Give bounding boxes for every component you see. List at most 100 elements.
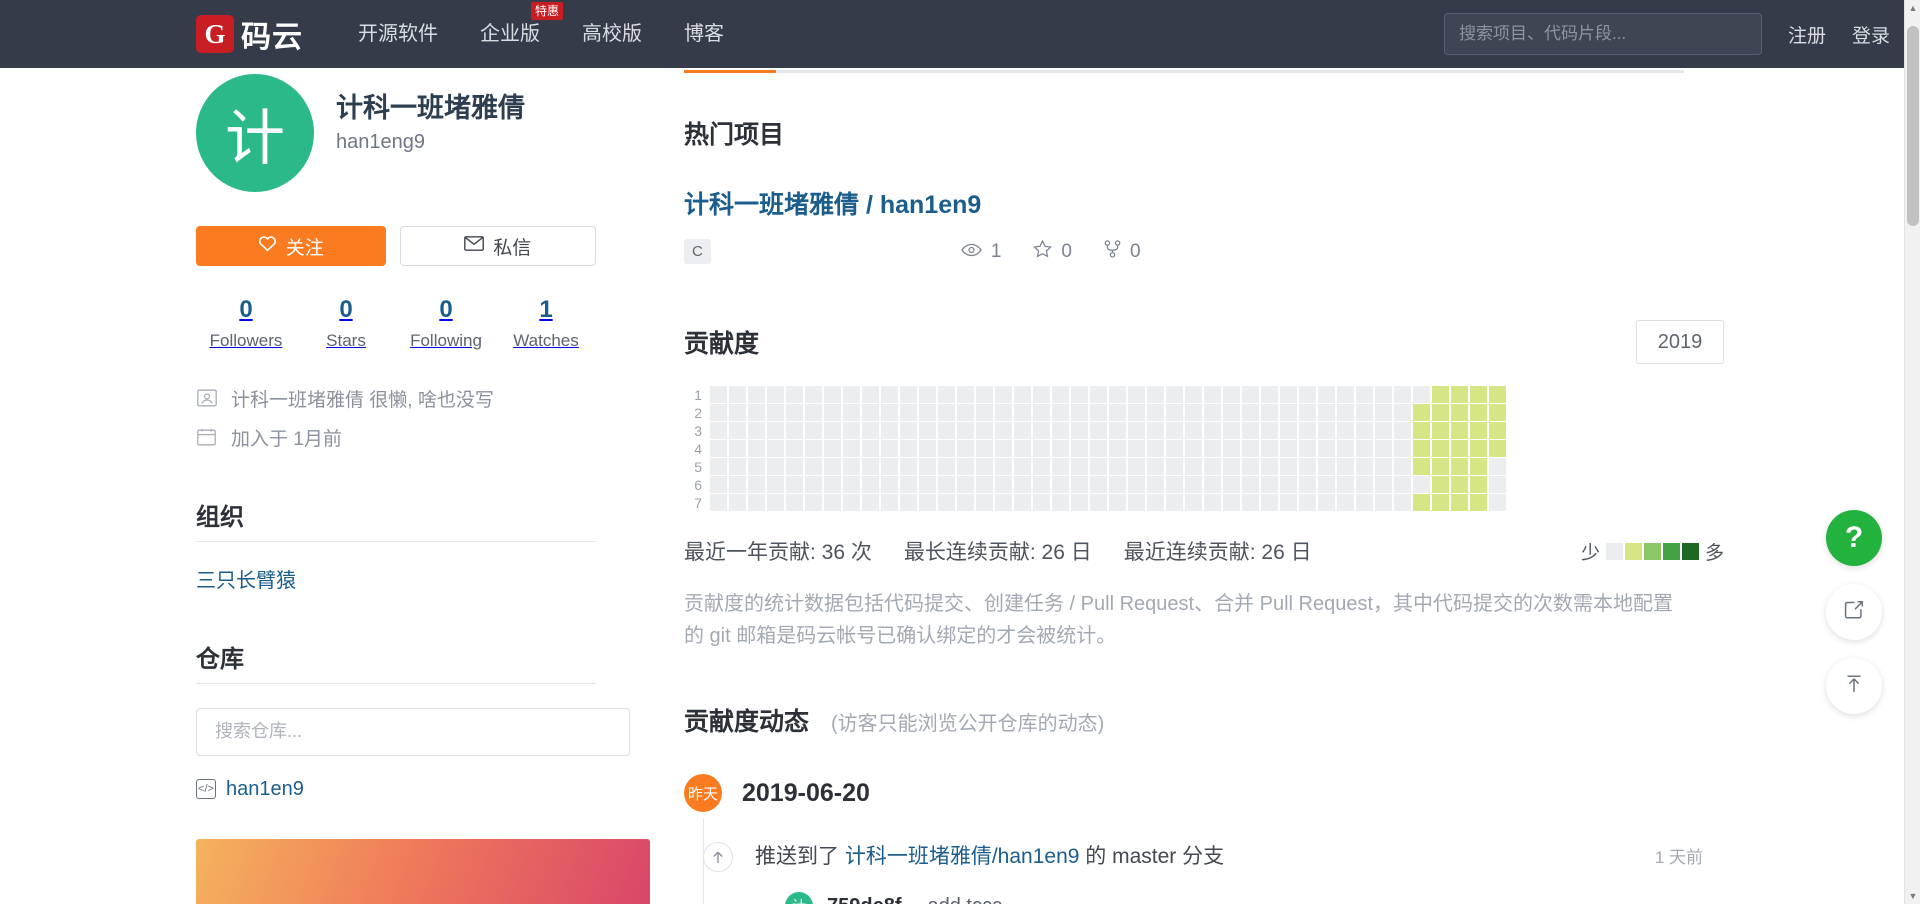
heatmap-cell[interactable] [786, 476, 804, 494]
nav-item-blog[interactable]: 博客 [663, 0, 745, 68]
heatmap-cell[interactable] [1451, 404, 1469, 422]
heatmap-cell[interactable] [881, 422, 899, 440]
heatmap-cell[interactable] [1052, 440, 1070, 458]
heatmap-cell[interactable] [1204, 494, 1222, 512]
heatmap-cell[interactable] [881, 386, 899, 404]
heatmap-cell[interactable] [1204, 386, 1222, 404]
heatmap-cell[interactable] [1242, 440, 1260, 458]
heatmap-cell[interactable] [1033, 386, 1051, 404]
heatmap-cell[interactable] [710, 386, 728, 404]
heatmap-cell[interactable] [805, 476, 823, 494]
heatmap-cell[interactable] [1128, 422, 1146, 440]
heatmap-cell[interactable] [1071, 422, 1089, 440]
heatmap-cell[interactable] [881, 440, 899, 458]
heatmap-cell[interactable] [748, 386, 766, 404]
heatmap-cell[interactable] [710, 458, 728, 476]
heatmap-cell[interactable] [919, 404, 937, 422]
heatmap-cell[interactable] [976, 422, 994, 440]
heatmap-cell[interactable] [805, 494, 823, 512]
heatmap-cell[interactable] [1185, 404, 1203, 422]
scroll-up-arrow-icon[interactable]: ▲ [1905, 0, 1920, 16]
heatmap-cell[interactable] [1356, 494, 1374, 512]
heatmap-cell[interactable] [1185, 386, 1203, 404]
heatmap-cell[interactable] [1413, 458, 1431, 476]
heatmap-cell[interactable] [805, 440, 823, 458]
heatmap-cell[interactable] [938, 404, 956, 422]
activity-target-link[interactable]: 计科一班堵雅倩/han1en9 [845, 845, 1080, 868]
heatmap-cell[interactable] [1470, 422, 1488, 440]
heatmap-cell[interactable] [1318, 404, 1336, 422]
heatmap-cell[interactable] [1242, 422, 1260, 440]
heatmap-cell[interactable] [995, 404, 1013, 422]
heatmap-cell[interactable] [1375, 494, 1393, 512]
heatmap-cell[interactable] [1033, 494, 1051, 512]
heatmap-cell[interactable] [1356, 458, 1374, 476]
heatmap-cell[interactable] [919, 476, 937, 494]
heatmap-cell[interactable] [1489, 458, 1507, 476]
back-to-top-button[interactable] [1826, 658, 1882, 714]
heatmap-cell[interactable] [710, 476, 728, 494]
year-selector[interactable]: 2019 [1636, 320, 1724, 364]
heatmap-cell[interactable] [1413, 386, 1431, 404]
heatmap-cell[interactable] [1052, 476, 1070, 494]
heatmap-cell[interactable] [1280, 458, 1298, 476]
heatmap-cell[interactable] [1432, 440, 1450, 458]
heatmap-cell[interactable] [1337, 404, 1355, 422]
heatmap-cell[interactable] [1489, 404, 1507, 422]
heatmap-cell[interactable] [1318, 386, 1336, 404]
heatmap-cell[interactable] [881, 494, 899, 512]
heatmap-cell[interactable] [1299, 476, 1317, 494]
heatmap-cell[interactable] [1432, 476, 1450, 494]
heatmap-cell[interactable] [1090, 440, 1108, 458]
stat-watches[interactable]: 1 Watches [496, 296, 596, 351]
heatmap-cell[interactable] [1413, 422, 1431, 440]
heatmap-cell[interactable] [1071, 440, 1089, 458]
heatmap-cell[interactable] [957, 458, 975, 476]
heatmap-cell[interactable] [1375, 476, 1393, 494]
heatmap-cell[interactable] [1071, 386, 1089, 404]
heatmap-cell[interactable] [1261, 422, 1279, 440]
heatmap-cell[interactable] [1337, 458, 1355, 476]
heatmap-cell[interactable] [1280, 476, 1298, 494]
heatmap-cell[interactable] [805, 458, 823, 476]
heatmap-cell[interactable] [919, 386, 937, 404]
heatmap-cell[interactable] [786, 386, 804, 404]
heatmap-cell[interactable] [1223, 440, 1241, 458]
commit-sha-link[interactable]: 759dc8f [827, 895, 902, 904]
heatmap-cell[interactable] [1280, 422, 1298, 440]
stat-stars[interactable]: 0 Stars [296, 296, 396, 351]
heatmap-cell[interactable] [976, 458, 994, 476]
heatmap-cell[interactable] [1033, 404, 1051, 422]
heatmap-cell[interactable] [1413, 476, 1431, 494]
heatmap-cell[interactable] [786, 422, 804, 440]
heatmap-cell[interactable] [1185, 458, 1203, 476]
popular-repo-link[interactable]: 计科一班堵雅倩 / han1en9 [684, 185, 981, 221]
heatmap-cell[interactable] [995, 494, 1013, 512]
heatmap-cell[interactable] [1375, 386, 1393, 404]
heatmap-cell[interactable] [1299, 386, 1317, 404]
watch-count[interactable]: 1 [961, 240, 1001, 264]
heatmap-cell[interactable] [1375, 422, 1393, 440]
heatmap-cell[interactable] [1261, 458, 1279, 476]
heatmap-cell[interactable] [1261, 476, 1279, 494]
heatmap-cell[interactable] [1204, 422, 1222, 440]
heatmap-cell[interactable] [729, 440, 747, 458]
heatmap-cell[interactable] [938, 440, 956, 458]
heatmap-cell[interactable] [1394, 386, 1412, 404]
nav-item-opensource[interactable]: 开源软件 [337, 0, 459, 68]
heatmap-cell[interactable] [1223, 458, 1241, 476]
heatmap-cell[interactable] [729, 458, 747, 476]
heatmap-cell[interactable] [900, 494, 918, 512]
heatmap-cell[interactable] [1109, 458, 1127, 476]
heatmap-cell[interactable] [1185, 440, 1203, 458]
heatmap-cell[interactable] [1071, 494, 1089, 512]
heatmap-cell[interactable] [1128, 476, 1146, 494]
heatmap-cell[interactable] [1014, 440, 1032, 458]
heatmap-cell[interactable] [1299, 422, 1317, 440]
heatmap-cell[interactable] [729, 422, 747, 440]
heatmap-cell[interactable] [938, 422, 956, 440]
follow-button[interactable]: 关注 [196, 226, 386, 266]
heatmap-cell[interactable] [1261, 494, 1279, 512]
heatmap-cell[interactable] [1071, 476, 1089, 494]
heatmap-cell[interactable] [957, 476, 975, 494]
